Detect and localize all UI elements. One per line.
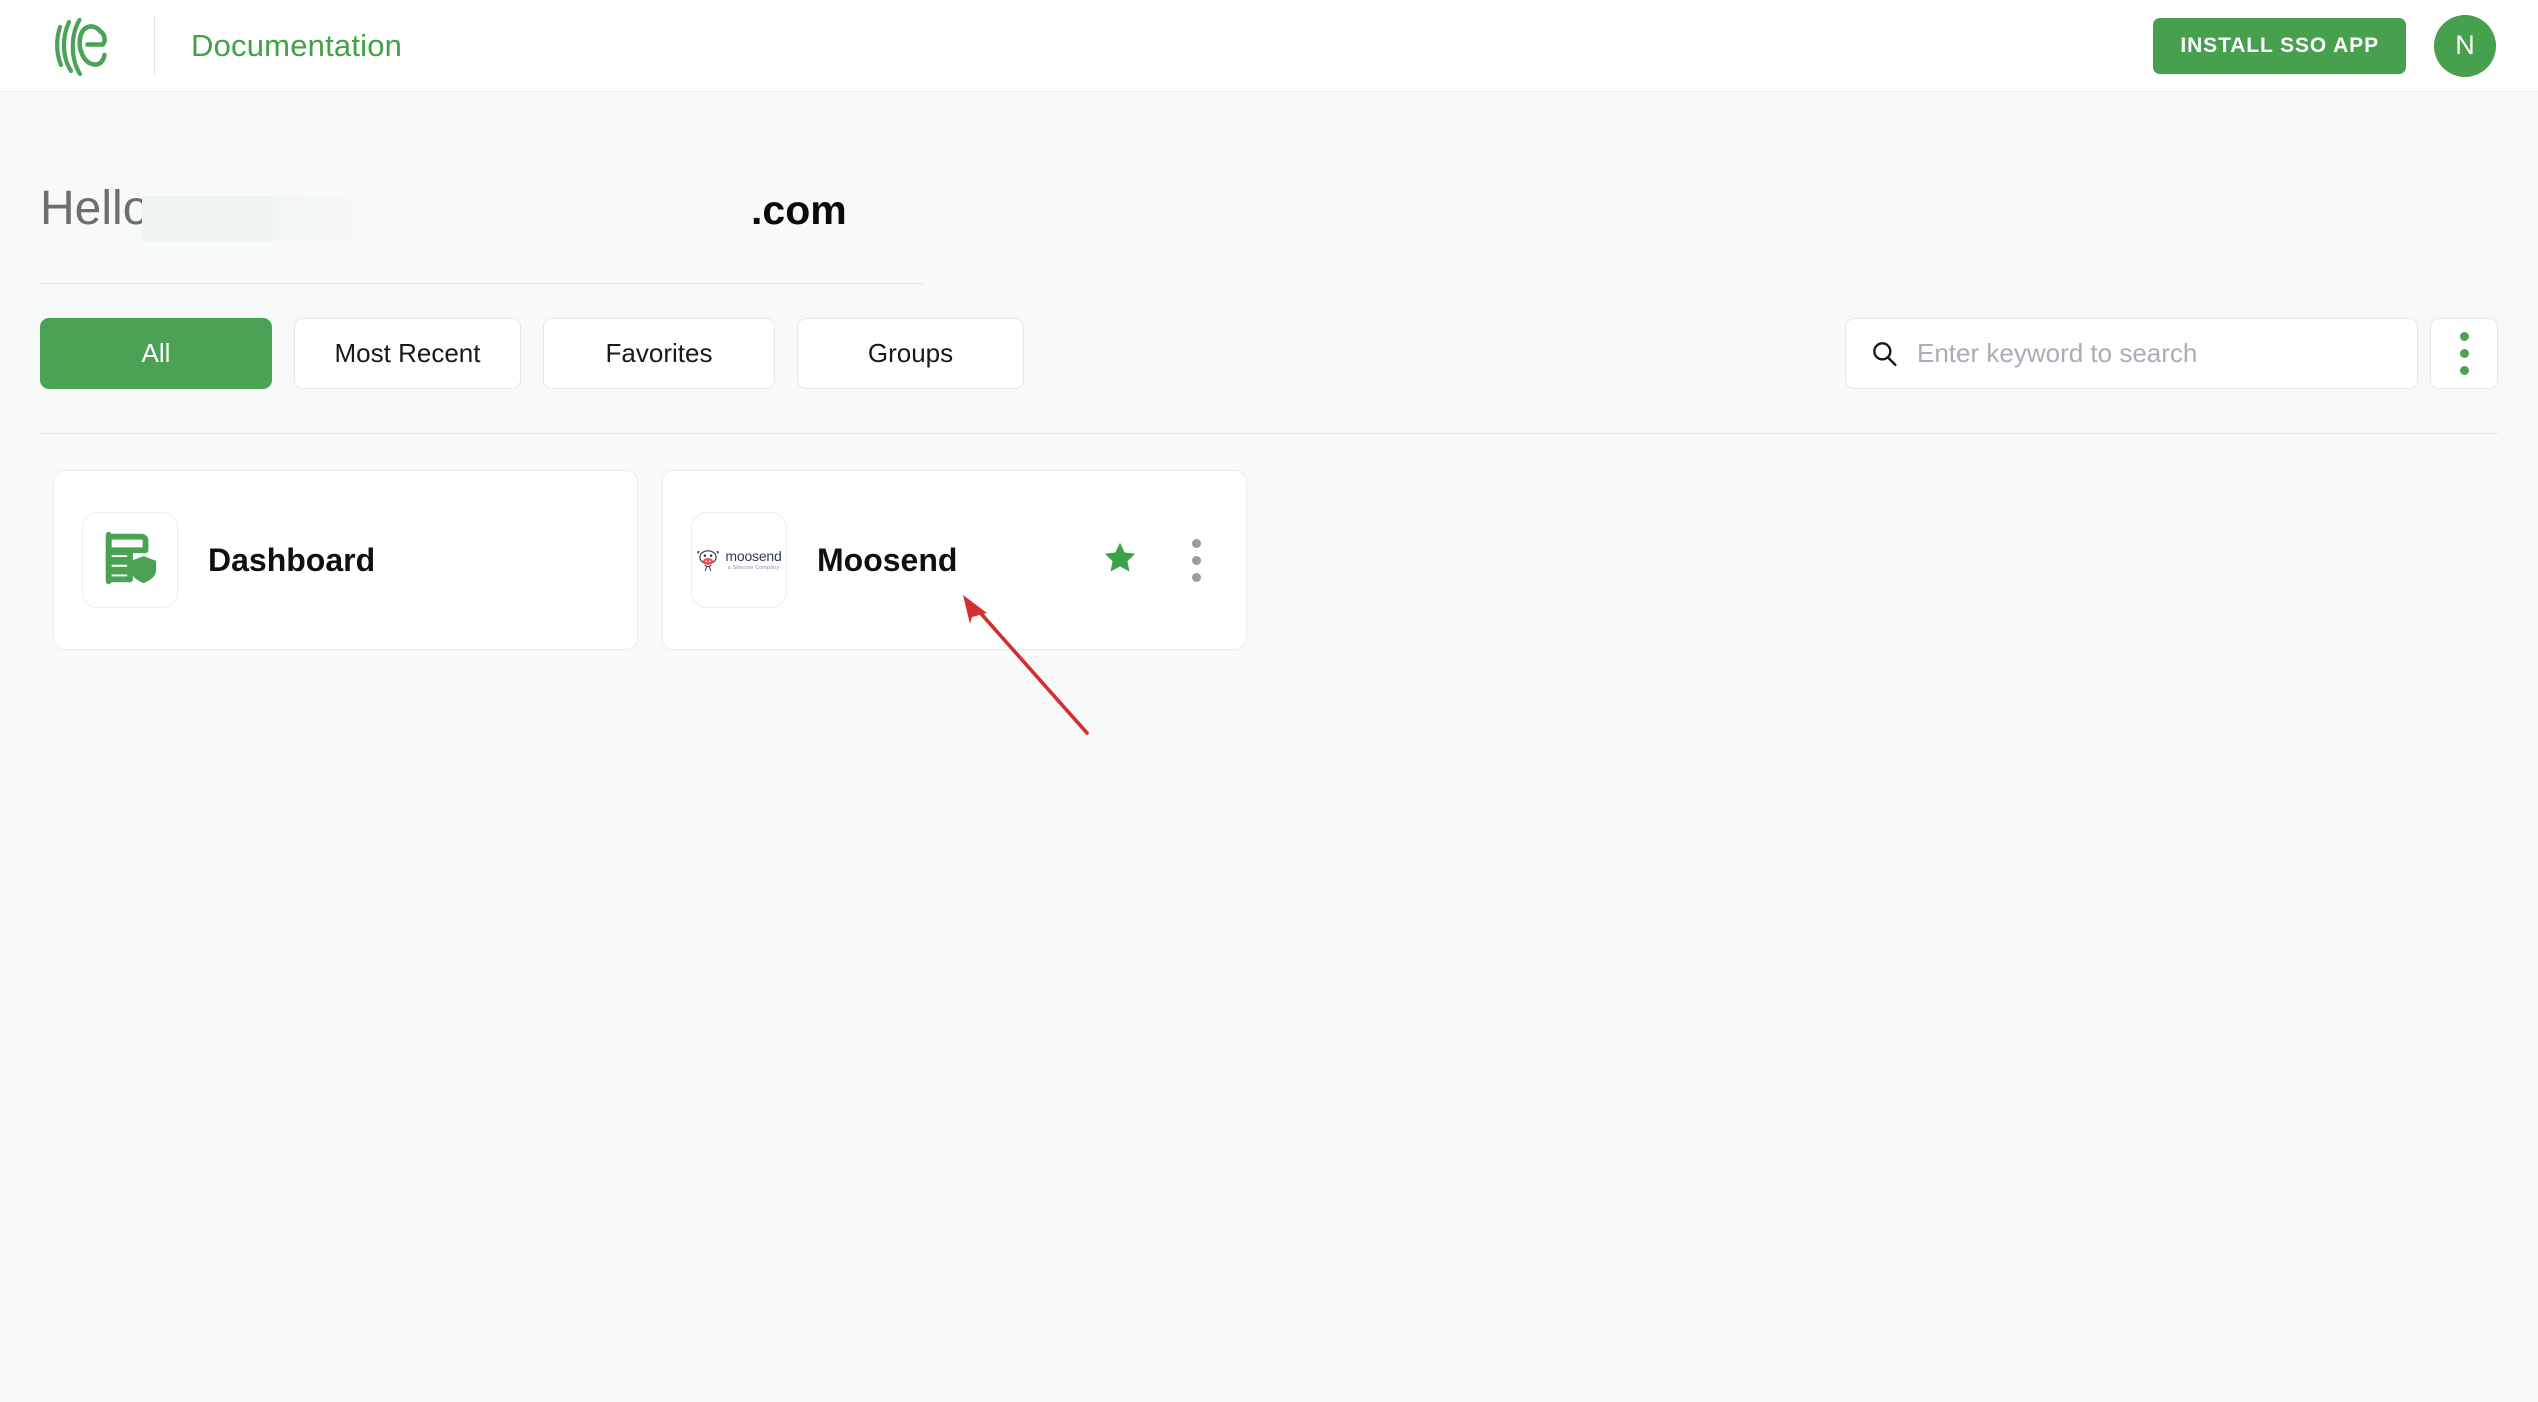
moosend-logo-icon: moosend a Sitecore Company (696, 547, 782, 573)
app-name-label: Dashboard (208, 541, 376, 578)
toolbar-overflow-menu-button[interactable] (2430, 318, 2498, 389)
star-icon (1101, 539, 1139, 582)
app-card-moosend[interactable]: moosend a Sitecore Company Moosend (662, 470, 1247, 650)
tab-favorites[interactable]: Favorites (543, 318, 775, 389)
brand-divider (154, 15, 155, 76)
app-icon-container: moosend a Sitecore Company (691, 512, 787, 608)
app-icon-container (82, 512, 178, 608)
search-input[interactable] (1917, 338, 2393, 369)
dashboard-shield-icon (99, 527, 161, 594)
filter-tabs: All Most Recent Favorites Groups (40, 318, 1024, 389)
app-header: Documentation INSTALL SSO APP N (0, 0, 2538, 92)
kebab-menu-icon (1191, 538, 1201, 582)
search-box[interactable] (1845, 318, 2418, 389)
moosend-wordmark: moosend a Sitecore Company (725, 549, 781, 572)
app-card-overflow-menu-button[interactable] (1176, 538, 1216, 582)
greeting-section: Hello .com (0, 178, 2538, 254)
tab-all[interactable]: All (40, 318, 272, 389)
brand: Documentation (0, 0, 402, 92)
moosend-logo-word: moosend (725, 547, 782, 564)
greeting-domain-suffix: .com (751, 187, 847, 233)
content-divider (40, 433, 2498, 434)
page-title: Documentation (191, 27, 403, 63)
install-sso-app-button[interactable]: INSTALL SSO APP (2153, 17, 2406, 74)
greeting-divider (40, 283, 924, 284)
tab-most-recent[interactable]: Most Recent (294, 318, 521, 389)
favorite-star-button[interactable] (1100, 540, 1140, 580)
redacted-user-name (142, 196, 350, 241)
header-actions: INSTALL SSO APP N (2153, 14, 2538, 77)
search-icon (1870, 339, 1899, 368)
moosend-logo-tagline: a Sitecore Company (727, 564, 780, 571)
greeting-hello-text: Hello (40, 182, 150, 235)
search-area (1845, 318, 2498, 389)
app-card-grid: Dashboard moosend a Sitecore Company Moo… (53, 470, 1247, 650)
app-name-label: Moosend (817, 541, 958, 578)
app-card-actions (1100, 538, 1222, 582)
tab-groups[interactable]: Groups (797, 318, 1024, 389)
company-logo-icon (52, 15, 108, 77)
avatar[interactable]: N (2434, 14, 2496, 77)
toolbar: All Most Recent Favorites Groups (0, 318, 2538, 394)
kebab-menu-icon (2459, 332, 2469, 375)
app-card-dashboard[interactable]: Dashboard (53, 470, 638, 650)
